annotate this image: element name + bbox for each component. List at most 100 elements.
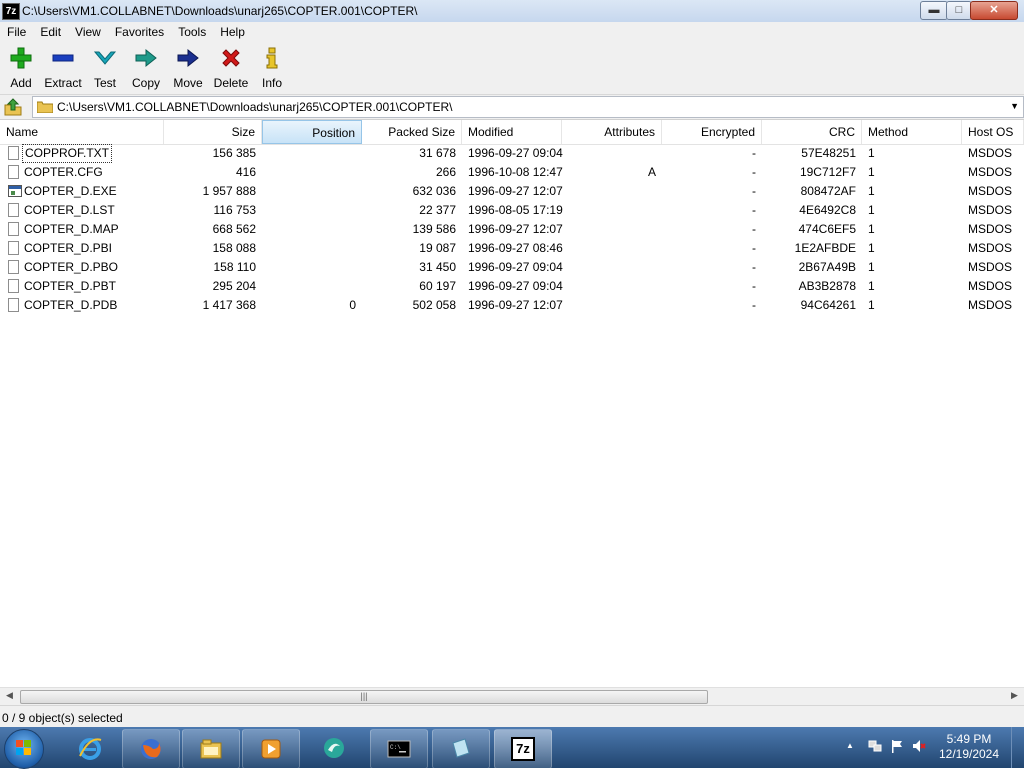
column-position[interactable]: Position [262,120,362,144]
path-field[interactable]: C:\Users\VM1.COLLABNET\Downloads\unarj26… [32,96,1024,118]
delete-button[interactable]: Delete [213,46,249,92]
system-tray: ▲ 5:49 PM 12/19/2024 [834,727,1024,768]
taskbar-internet-explorer[interactable] [62,729,118,767]
cell-encrypted: - [752,184,756,198]
cell-packed-size: 60 197 [419,279,456,293]
network-icon[interactable] [868,739,882,753]
cell-attributes [562,182,656,201]
cell-attributes [562,296,656,315]
cell-encrypted: - [752,298,756,312]
cell-host-os: MSDOS [968,146,1013,160]
start-button[interactable] [4,729,44,769]
show-desktop-button[interactable] [1011,727,1024,768]
folder-up-icon[interactable] [4,98,22,116]
copy-label: Copy [131,76,160,90]
action-center-flag-icon[interactable] [890,739,904,753]
close-button[interactable]: ✕ [970,1,1018,20]
cell-size: 1 417 368 [202,298,256,312]
taskbar-firefox[interactable] [122,729,180,769]
table-row[interactable]: COPTER_D.MAP 668 562 139 586 1996-09-27 12:… [0,220,1024,239]
document-file-icon [8,298,19,312]
cell-attributes: A [647,165,656,179]
table-row[interactable]: COPPROF.TXT 156 385 31 678 1996-09-27 09:04… [0,144,1024,163]
cell-method: 1 [868,222,875,236]
table-row[interactable]: COPTER_D.PDB 1 417 368 0 502 058 1996-09-27 … [0,296,1024,315]
horizontal-scrollbar[interactable]: ◀ ||| ▶ [0,687,1024,705]
column-packed-size[interactable]: Packed Size [362,120,462,144]
menu-view[interactable]: View [68,25,108,39]
table-row[interactable]: COPTER.CFG 416 266 1996-10-08 12:47 A - 19C712… [0,163,1024,182]
menu-tools[interactable]: Tools [171,25,213,39]
add-button[interactable]: Add [6,46,36,92]
grip-icon: ||| [360,691,368,701]
menu-favorites[interactable]: Favorites [108,25,171,39]
minimize-button[interactable]: ▬ [920,1,948,20]
table-row[interactable]: COPTER_D.LST 116 753 22 377 1996-08-05 17:1… [0,201,1024,220]
cell-position [262,239,356,258]
maximize-button[interactable]: □ [946,1,972,20]
file-list[interactable]: Name Size Position Packed Size Modified … [0,119,1024,688]
cell-crc: 1E2AFBDE [794,241,856,255]
cell-packed-size: 139 586 [412,222,456,236]
clock[interactable]: 5:49 PM 12/19/2024 [934,732,1004,762]
info-button[interactable]: Info [258,46,286,92]
column-encrypted[interactable]: Encrypted [662,120,762,144]
cell-crc: 94C64261 [800,298,856,312]
cell-crc: 19C712F7 [799,165,856,179]
cell-size: 416 [235,165,256,179]
column-method[interactable]: Method [862,120,962,144]
cell-modified: 1996-09-27 08:46 [468,241,563,255]
extract-button[interactable]: Extract [44,46,82,92]
cell-packed-size: 31 450 [419,260,456,274]
document-file-icon [8,203,19,217]
taskbar-notepad[interactable] [432,729,490,769]
column-size[interactable]: Size [164,120,262,144]
cell-size: 158 110 [213,260,257,274]
scroll-right-icon[interactable]: ▶ [1011,690,1018,701]
menu-file[interactable]: File [0,25,33,39]
taskbar-command-prompt[interactable]: C:\ [370,729,428,769]
document-file-icon [8,241,19,255]
7zip-app-icon[interactable]: 7z [2,3,20,20]
table-row[interactable]: COPTER_D.PBI 158 088 19 087 1996-09-27 08:4… [0,239,1024,258]
cell-host-os: MSDOS [968,165,1013,179]
column-crc[interactable]: CRC [762,120,862,144]
checkmark-icon [93,51,117,65]
menu-help[interactable]: Help [213,25,252,39]
taskbar-app-swirl[interactable] [306,729,362,767]
table-row[interactable]: COPTER_D.PBO 158 110 31 450 1996-09-27 09:0… [0,258,1024,277]
scrollbar-thumb[interactable]: ||| [20,690,708,704]
volume-muted-icon[interactable] [912,739,926,753]
folder-icon [37,101,53,113]
table-row[interactable]: COPTER_D.EXE 1 957 888 632 036 1996-09-27 1… [0,182,1024,201]
cell-position [262,220,356,239]
chevron-down-icon[interactable]: ▼ [1010,101,1019,111]
column-host-os[interactable]: Host OS [962,120,1024,144]
title-bar: 7z C:\Users\VM1.COLLABNET\Downloads\unar… [0,0,1024,23]
command-prompt-icon: C:\ [387,740,411,758]
table-row[interactable]: COPTER_D.PBT 295 204 60 197 1996-09-27 09:0… [0,277,1024,296]
copy-button[interactable]: Copy [131,46,161,92]
cell-attributes [562,277,656,296]
taskbar-media-player[interactable] [242,729,300,769]
cell-size: 668 562 [212,222,256,236]
taskbar-7zip[interactable]: 7z [494,729,552,769]
cell-size: 158 088 [212,241,256,255]
column-modified[interactable]: Modified [462,120,562,144]
test-button[interactable]: Test [90,46,120,92]
cell-name: COPTER_D.LST [24,203,115,217]
address-bar: C:\Users\VM1.COLLABNET\Downloads\unarj26… [0,95,1024,119]
document-file-icon [8,165,19,179]
column-name[interactable]: Name [0,120,164,144]
scroll-left-icon[interactable]: ◀ [6,690,13,701]
cell-method: 1 [868,184,875,198]
cell-attributes [562,220,656,239]
show-hidden-icons-icon[interactable]: ▲ [846,741,854,750]
move-button[interactable]: Move [172,46,204,92]
file-rows: COPPROF.TXT 156 385 31 678 1996-09-27 09:04… [0,144,1024,315]
taskbar-file-explorer[interactable] [182,729,240,769]
cell-method: 1 [868,260,875,274]
menu-edit[interactable]: Edit [33,25,68,39]
cell-method: 1 [868,165,875,179]
column-attributes[interactable]: Attributes [562,120,662,144]
